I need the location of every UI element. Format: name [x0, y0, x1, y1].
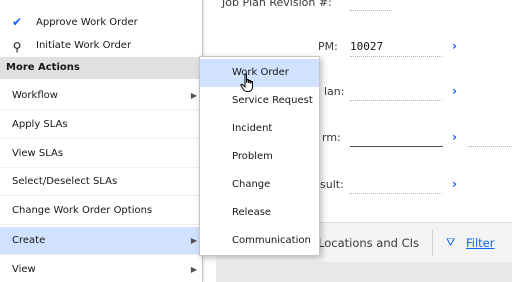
initiate-work-order-label: Initiate Work Order: [36, 40, 132, 51]
result-field[interactable]: [350, 193, 442, 194]
filter-icon[interactable]: ⛛: [446, 236, 455, 250]
form-label: rm:: [322, 131, 341, 144]
menu-item-create[interactable]: Create ▶: [0, 227, 202, 255]
submenu-item-incident[interactable]: Incident: [200, 115, 319, 143]
tab-separator: [432, 230, 433, 256]
menu-item-apply-slas[interactable]: Apply SLAs: [0, 111, 202, 139]
menu-item-label: Apply SLAs: [12, 119, 68, 130]
result-label: sult:: [320, 178, 344, 191]
menu-item-label: Change Work Order Options: [12, 205, 153, 216]
menu-item-label: View SLAs: [12, 148, 64, 159]
submenu-caret-icon: ▶: [190, 91, 197, 100]
plan-label: lan:: [324, 85, 345, 98]
pm-detail-chevron-icon[interactable]: ›: [452, 39, 457, 53]
initiate-work-order-action[interactable]: ⚲ Initiate Work Order: [0, 40, 202, 54]
submenu-item-problem[interactable]: Problem: [200, 143, 319, 171]
pm-value[interactable]: 10027: [350, 40, 383, 53]
submenu-item-service-request[interactable]: Service Request: [200, 87, 319, 115]
submenu-item-change[interactable]: Change: [200, 171, 319, 199]
submenu-item-release[interactable]: Release: [200, 199, 319, 227]
create-submenu: Work Order Service Request Incident Prob…: [199, 56, 320, 256]
submenu-caret-icon: ▶: [190, 265, 197, 274]
menu-item-label: Workflow: [12, 90, 58, 101]
menu-item-label: Create: [12, 235, 46, 246]
actions-menu: ✔ Approve Work Order ⚲ Initiate Work Ord…: [0, 0, 203, 282]
more-actions-heading: More Actions: [0, 57, 202, 79]
submenu-item-communication[interactable]: Communication: [200, 227, 319, 255]
approve-work-order-label: Approve Work Order: [36, 16, 138, 28]
hand-pointer-cursor-icon: [240, 73, 253, 92]
pm-field-underline: [350, 56, 442, 57]
submenu-item-work-order[interactable]: Work Order: [200, 59, 319, 87]
menu-item-view[interactable]: View ▶: [0, 256, 202, 282]
job-plan-revision-label: Job Plan Revision #:: [222, 0, 332, 9]
tab-locations-and-cis[interactable]: Locations and CIs: [318, 236, 419, 250]
form-field[interactable]: [350, 146, 443, 147]
checkmark-icon: ✔: [11, 15, 23, 29]
menu-item-select-deselect-slas[interactable]: Select/Deselect SLAs: [0, 168, 202, 196]
menu-item-label: Select/Deselect SLAs: [12, 176, 118, 187]
pm-label: PM:: [318, 40, 338, 53]
submenu-caret-icon: ▶: [190, 236, 197, 245]
menu-item-workflow[interactable]: Workflow ▶: [0, 82, 202, 110]
form-detail-chevron-icon[interactable]: ›: [452, 130, 457, 144]
approve-work-order-action[interactable]: ✔ Approve Work Order: [0, 8, 202, 36]
plan-field[interactable]: [350, 100, 442, 101]
table-header-strip: [216, 262, 512, 282]
form-extra-field[interactable]: [468, 146, 512, 147]
menu-item-view-slas[interactable]: View SLAs: [0, 140, 202, 168]
plan-detail-chevron-icon[interactable]: ›: [452, 84, 457, 98]
job-plan-revision-field[interactable]: [350, 10, 392, 11]
menu-item-label: View: [12, 264, 36, 275]
filter-link[interactable]: Filter: [466, 236, 494, 250]
initiate-icon: ⚲: [12, 40, 22, 54]
menu-item-change-work-order-options[interactable]: Change Work Order Options: [0, 197, 202, 225]
result-detail-chevron-icon[interactable]: ›: [452, 177, 457, 191]
